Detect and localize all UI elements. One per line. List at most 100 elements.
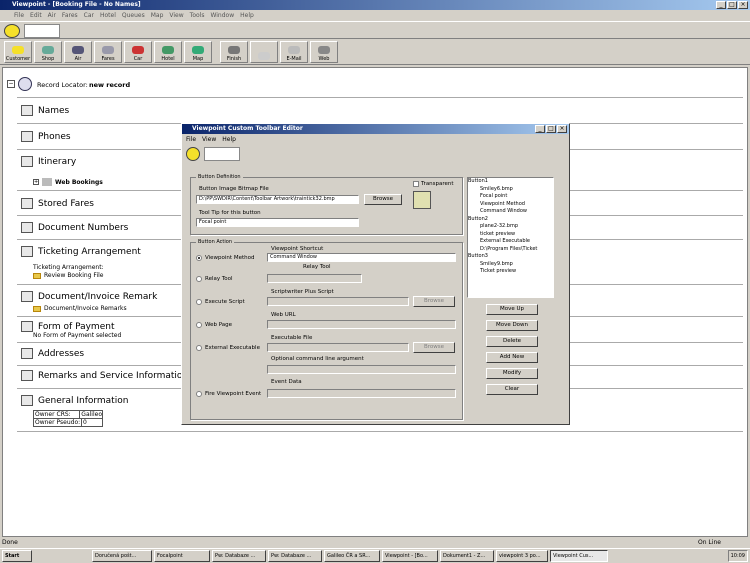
close-button[interactable]: × [738,1,748,9]
customer-button[interactable]: Customer [4,41,32,63]
menu-help[interactable]: Help [240,11,254,21]
menu-window[interactable]: Window [210,11,234,21]
exe-field[interactable] [267,343,409,352]
menu-queues[interactable]: Queues [122,11,145,21]
minimize-button[interactable]: _ [716,1,726,9]
viewpoint-method-radio[interactable] [196,255,202,261]
dialog-minimize-button[interactable]: _ [535,125,545,133]
tree-node[interactable]: Button3 [468,253,553,261]
task-item[interactable]: viewpoint 3 po... [496,550,548,562]
menu-fares[interactable]: Fares [62,11,78,21]
task-item[interactable]: Focalpoint [154,550,210,562]
tree-node[interactable]: Ticket preview [468,268,553,276]
task-item[interactable]: Pw: Databaze ... [212,550,266,562]
external-exe-radio[interactable] [196,345,202,351]
menu-tools[interactable]: Tools [190,11,205,21]
dialog-menu-help[interactable]: Help [222,136,236,143]
browse-script-button[interactable]: Browse [413,296,455,307]
task-item[interactable]: Galileo ČR a SR... [324,550,380,562]
section-itinerary[interactable]: Itinerary [21,156,76,167]
clear-button[interactable]: Clear [486,384,538,395]
menu-air[interactable]: Air [48,11,56,21]
cmd-args-field[interactable] [267,365,456,374]
section-document-numbers[interactable]: Document Numbers [21,222,128,233]
dialog-maximize-button[interactable]: □ [546,125,556,133]
menu-hotel[interactable]: Hotel [100,11,116,21]
fire-event-radio[interactable] [196,391,202,397]
tooltip-field[interactable]: Focal point [196,218,359,227]
plane-smiley-icon[interactable] [204,147,240,161]
map-button[interactable]: Map [184,41,212,63]
dialog-menu-view[interactable]: View [202,136,216,143]
browse-exe-button[interactable]: Browse [413,342,455,353]
section-phones[interactable]: Phones [21,131,71,142]
section-ticketing-arrangement[interactable]: Ticketing Arrangement [21,246,141,257]
review-booking-item[interactable]: Review Booking File [33,272,103,279]
section-stored-fares[interactable]: Stored Fares [21,198,94,209]
task-item[interactable]: Pw: Databaze ... [268,550,322,562]
tree-node[interactable]: Button1 [468,178,553,186]
tree-node[interactable]: Button2 [468,216,553,224]
task-item[interactable]: Dokument1 - Z... [440,550,494,562]
web-bookings-item[interactable]: + Web Bookings [33,178,103,186]
car-button[interactable]: Car [124,41,152,63]
collapse-toggle[interactable]: − [7,80,15,88]
menu-view[interactable]: View [169,11,183,21]
section-document-invoice-remark[interactable]: Document/Invoice Remark [21,291,157,302]
relay-tool-select[interactable] [267,274,362,283]
move-down-button[interactable]: Move Down [486,320,538,331]
relay-tool-radio[interactable] [196,276,202,282]
start-button[interactable]: Start [2,550,32,562]
email-button[interactable]: E-Mail [280,41,308,63]
script-field[interactable] [267,297,409,306]
section-names[interactable]: Names [21,105,69,116]
tree-node[interactable]: Viewpoint Method [468,201,553,209]
tree-node[interactable]: ticket preview [468,231,553,239]
task-item-active[interactable]: Viewpoint Cus... [550,550,608,562]
shop-button[interactable]: Shop [34,41,62,63]
add-new-button[interactable]: Add New [486,352,538,363]
smiley-icon[interactable] [186,147,200,161]
viewpoint-method-select[interactable]: Command Window [267,253,456,262]
browse-bitmap-button[interactable]: Browse [364,194,402,205]
dialog-menu-file[interactable]: File [186,136,196,143]
tree-node[interactable]: Focal point [468,193,553,201]
transparent-checkbox[interactable] [413,181,419,187]
air-button[interactable]: Air [64,41,92,63]
blank-button[interactable] [250,41,278,63]
tree-node[interactable]: Smiley6.bmp [468,186,553,194]
web-page-radio[interactable] [196,322,202,328]
menu-car[interactable]: Car [84,11,94,21]
tree-node[interactable]: Smiley9.bmp [468,261,553,269]
maximize-button[interactable]: □ [727,1,737,9]
menu-edit[interactable]: Edit [30,11,42,21]
section-form-of-payment[interactable]: Form of Payment [21,321,114,332]
section-remarks[interactable]: Remarks and Service Informatio [21,370,182,381]
move-up-button[interactable]: Move Up [486,304,538,315]
tree-node[interactable]: plane2-32.bmp [468,223,553,231]
button-tree[interactable]: Button1 Smiley6.bmp Focal point Viewpoin… [467,177,554,298]
smiley-icon[interactable] [4,24,20,38]
dialog-close-button[interactable]: × [557,125,567,133]
tree-node[interactable]: External Executable [468,238,553,246]
menu-file[interactable]: File [14,11,24,21]
tree-node[interactable]: D:\Program Files\Ticket [468,246,553,254]
delete-button[interactable]: Delete [486,336,538,347]
tree-node[interactable]: Command Window [468,208,553,216]
section-addresses[interactable]: Addresses [21,348,84,359]
bitmap-path-field[interactable]: D:\PP\SWDIR\Content\Toolbar Artwork\trai… [196,195,359,204]
finish-button[interactable]: Finish [220,41,248,63]
modify-button[interactable]: Modify [486,368,538,379]
event-data-field[interactable] [267,389,456,398]
web-button[interactable]: Web [310,41,338,63]
fares-button[interactable]: Fares [94,41,122,63]
plane-smiley-icon[interactable] [24,24,60,38]
execute-script-radio[interactable] [196,299,202,305]
web-url-field[interactable] [267,320,456,329]
hotel-button[interactable]: Hotel [154,41,182,63]
task-item[interactable]: Doručená pošt... [92,550,152,562]
menu-map[interactable]: Map [151,11,164,21]
document-invoice-remarks-item[interactable]: Document/Invoice Remarks [33,305,127,312]
section-general-information[interactable]: General Information [21,395,128,406]
task-item[interactable]: Viewpoint - [Bo... [382,550,438,562]
